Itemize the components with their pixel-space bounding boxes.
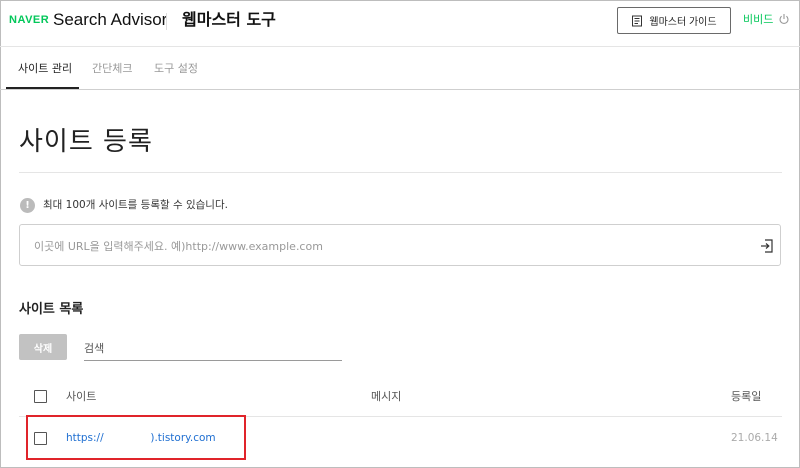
info-icon: ! bbox=[20, 197, 35, 213]
select-all-checkbox[interactable] bbox=[34, 390, 47, 403]
row-checkbox[interactable] bbox=[34, 432, 47, 445]
search-advisor-brand[interactable]: Search Advisor bbox=[53, 9, 167, 31]
main-tabs: 사이트 관리 간단체크 도구 설정 bbox=[0, 48, 800, 90]
column-header-date: 등록일 bbox=[731, 390, 762, 403]
page-title: 사이트 등록 bbox=[19, 127, 153, 157]
title-divider bbox=[19, 172, 782, 173]
registration-date: 21.06.14 bbox=[731, 432, 778, 444]
site-limit-notice: ! 최대 100개 사이트를 등록할 수 있습니다. bbox=[20, 197, 228, 213]
column-header-site: 사이트 bbox=[66, 390, 97, 403]
tab-tool-settings[interactable]: 도구 설정 bbox=[154, 61, 198, 77]
tab-quick-check[interactable]: 간단체크 bbox=[92, 61, 132, 77]
top-header: NAVER Search Advisor 웹마스터 도구 웹마스터 가이드 비비… bbox=[0, 0, 800, 47]
column-header-message: 메시지 bbox=[371, 390, 402, 403]
webmaster-tools-title[interactable]: 웹마스터 도구 bbox=[182, 9, 276, 31]
user-name[interactable]: 비비드 bbox=[743, 12, 773, 28]
site-url-input[interactable] bbox=[34, 236, 724, 256]
submit-enter-icon[interactable] bbox=[759, 238, 775, 254]
site-url-link[interactable]: https:// ).tistory.com bbox=[66, 430, 216, 446]
site-search bbox=[84, 336, 342, 361]
site-limit-text: 최대 100개 사이트를 등록할 수 있습니다. bbox=[43, 199, 228, 211]
delete-button[interactable]: 삭제 bbox=[19, 334, 67, 360]
table-header-divider bbox=[19, 416, 782, 417]
tab-site-management[interactable]: 사이트 관리 bbox=[18, 61, 72, 77]
logout-power-icon[interactable] bbox=[778, 13, 790, 25]
active-tab-indicator bbox=[6, 87, 79, 89]
site-list-title: 사이트 목록 bbox=[19, 302, 84, 317]
site-search-input[interactable] bbox=[84, 339, 342, 357]
document-icon bbox=[632, 15, 643, 26]
naver-logo[interactable]: NAVER bbox=[9, 12, 49, 28]
header-divider bbox=[166, 13, 167, 30]
webmaster-guide-label: 웹마스터 가이드 bbox=[649, 17, 717, 28]
webmaster-guide-button[interactable]: 웹마스터 가이드 bbox=[617, 7, 731, 34]
url-input-box bbox=[19, 224, 781, 266]
